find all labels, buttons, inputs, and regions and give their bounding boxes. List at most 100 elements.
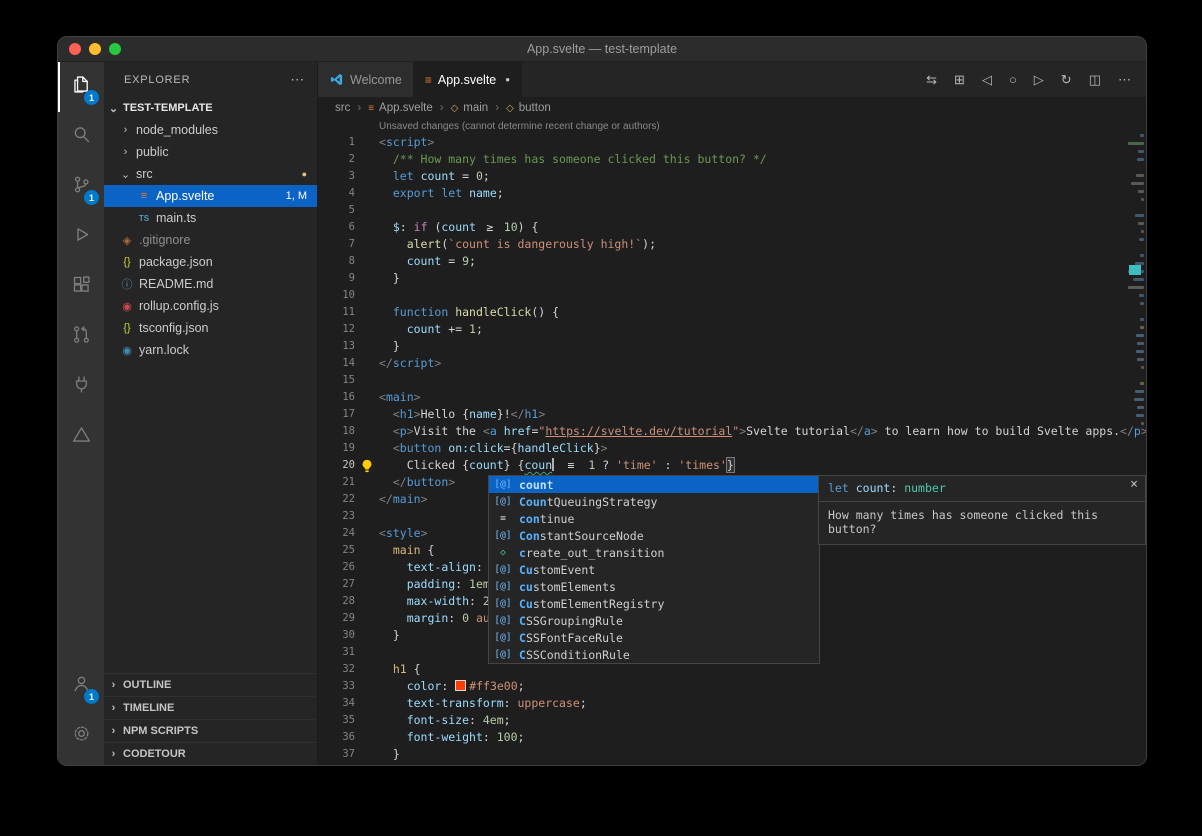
code-token: alert xyxy=(407,237,442,251)
activity-item-search[interactable] xyxy=(58,112,104,162)
code-line-33[interactable]: 33 color: #ff3e00; xyxy=(318,678,1146,695)
tree-folder-src[interactable]: ⌄src● xyxy=(104,163,317,185)
code-line-8[interactable]: 8 count = 9; xyxy=(318,253,1146,270)
tree-file-.gitignore[interactable]: ◈.gitignore xyxy=(104,229,317,251)
more-actions-icon[interactable]: ⋯ xyxy=(290,71,305,88)
tree-file-yarn.lock[interactable]: ◉yarn.lock xyxy=(104,339,317,361)
breadcrumb-item-button[interactable]: ◇button xyxy=(506,102,551,114)
tree-file-App.svelte[interactable]: ≡App.svelte1, M xyxy=(104,185,317,207)
tree-file-rollup.config.js[interactable]: ◉rollup.config.js xyxy=(104,295,317,317)
section-npm-scripts[interactable]: ›NPM SCRIPTS xyxy=(104,719,317,742)
close-icon[interactable]: × xyxy=(1130,478,1138,491)
section-outline[interactable]: ›OUTLINE xyxy=(104,673,317,696)
code-line-3[interactable]: 3 let count = 0; xyxy=(318,168,1146,185)
split-editor-icon[interactable]: ◫ xyxy=(1089,72,1101,88)
code-token xyxy=(379,458,407,472)
more-actions-icon[interactable]: ⋯ xyxy=(1118,72,1131,88)
code-line-17[interactable]: 17 <h1>Hello {name}!</h1> xyxy=(318,406,1146,423)
code-token xyxy=(379,254,407,268)
code-line-16[interactable]: 16<main> xyxy=(318,389,1146,406)
tree-file-package.json[interactable]: {}package.json xyxy=(104,251,317,273)
file-tree: ›node_modules›public⌄src●≡App.svelte1, M… xyxy=(104,119,317,361)
code-line-12[interactable]: 12 count += 1; xyxy=(318,321,1146,338)
suggestion-ConstantSourceNode[interactable]: [@]ConstantSourceNode xyxy=(489,527,819,544)
symbol-class-icon: [@] xyxy=(492,530,514,541)
close-button[interactable] xyxy=(69,43,81,55)
suggestion-CustomElementRegistry[interactable]: [@]CustomElementRegistry xyxy=(489,595,819,612)
breadcrumb-item-main[interactable]: ◇main xyxy=(451,102,489,114)
codelens-annotation[interactable]: Unsaved changes (cannot determine recent… xyxy=(318,119,1146,134)
minimize-button[interactable] xyxy=(89,43,101,55)
code-line-36[interactable]: 36 font-weight: 100; xyxy=(318,729,1146,746)
suggestion-CSSGroupingRule[interactable]: [@]CSSGroupingRule xyxy=(489,612,819,629)
code-line-19[interactable]: 19 <button on:click={handleClick}> xyxy=(318,440,1146,457)
code-line-7[interactable]: 7 alert(`count is dangerously high!`); xyxy=(318,236,1146,253)
activity-item-extensions[interactable] xyxy=(58,262,104,312)
code-line-4[interactable]: 4 export let name; xyxy=(318,185,1146,202)
tab-welcome[interactable]: Welcome xyxy=(318,62,414,97)
suggestion-continue[interactable]: ≡continue xyxy=(489,510,819,527)
line-number: 2 xyxy=(318,151,379,168)
activity-item-source-control[interactable]: 1 xyxy=(58,162,104,212)
code-line-15[interactable]: 15 xyxy=(318,372,1146,389)
activity-item-remote-explorer[interactable] xyxy=(58,362,104,412)
code-line-11[interactable]: 11 function handleClick() { xyxy=(318,304,1146,321)
tree-root[interactable]: ⌄ TEST-TEMPLATE xyxy=(104,97,317,119)
zoom-button[interactable] xyxy=(109,43,121,55)
tab-label: App.svelte xyxy=(438,73,496,87)
activity-item-run-debug[interactable] xyxy=(58,212,104,262)
activity-item-github-pull-requests[interactable] xyxy=(58,312,104,362)
tab-app-svelte[interactable]: ≡App.svelte● xyxy=(414,62,522,97)
tree-folder-public[interactable]: ›public xyxy=(104,141,317,163)
suggestion-customElements[interactable]: [@]customElements xyxy=(489,578,819,595)
suggestion-create_out_transition[interactable]: ◇create_out_transition xyxy=(489,544,819,561)
suggestion-count[interactable]: [@]count xyxy=(489,476,819,493)
section-codetour[interactable]: ›CODETOUR xyxy=(104,742,317,765)
code-token: ; xyxy=(497,186,504,200)
tree-folder-node_modules[interactable]: ›node_modules xyxy=(104,119,317,141)
code-token: handleClick xyxy=(518,441,594,455)
navigate-forward-icon[interactable]: ▷ xyxy=(1034,72,1044,88)
code-line-35[interactable]: 35 font-size: 4em; xyxy=(318,712,1146,729)
section-timeline[interactable]: ›TIMELINE xyxy=(104,696,317,719)
minimap[interactable] xyxy=(1126,134,1146,430)
code-line-1[interactable]: 1<script> xyxy=(318,134,1146,151)
suggestion-CSSConditionRule[interactable]: [@]CSSConditionRule xyxy=(489,646,819,663)
activity-item-triangle-extension[interactable] xyxy=(58,412,104,462)
breadcrumb-item-app-svelte[interactable]: ≡App.svelte xyxy=(368,102,433,114)
code-line-2[interactable]: 2 /** How many times has someone clicked… xyxy=(318,151,1146,168)
code-line-13[interactable]: 13 } xyxy=(318,338,1146,355)
git-compare-icon[interactable]: ⇆ xyxy=(926,72,937,88)
code-line-34[interactable]: 34 text-transform: uppercase; xyxy=(318,695,1146,712)
code-token: `count is dangerously high!` xyxy=(448,237,642,251)
timeline-icon[interactable]: ↻ xyxy=(1061,72,1072,88)
code-line-5[interactable]: 5 xyxy=(318,202,1146,219)
code-line-10[interactable]: 10 xyxy=(318,287,1146,304)
tree-file-README.md[interactable]: ⓘREADME.md xyxy=(104,273,317,295)
code-line-18[interactable]: 18 <p>Visit the <a href="https://svelte.… xyxy=(318,423,1146,440)
code-line-9[interactable]: 9 } xyxy=(318,270,1146,287)
run-status-icon[interactable]: ○ xyxy=(1009,72,1017,87)
code-token: export xyxy=(393,186,435,200)
open-changes-icon[interactable]: ⊞ xyxy=(954,72,965,88)
code-line-20[interactable]: 20 Clicked {count} {coun ≡ 1 ? 'time' : … xyxy=(318,457,1146,474)
suggestion-CustomEvent[interactable]: [@]CustomEvent xyxy=(489,561,819,578)
code-token: if xyxy=(414,220,428,234)
activity-item-settings[interactable] xyxy=(58,711,104,761)
line-content: Clicked {count} {coun ≡ 1 ? 'time' : 'ti… xyxy=(379,457,1146,474)
tree-file-tsconfig.json[interactable]: {}tsconfig.json xyxy=(104,317,317,339)
tree-file-main.ts[interactable]: TSmain.ts xyxy=(104,207,317,229)
suggestion-CountQueuingStrategy[interactable]: [@]CountQueuingStrategy xyxy=(489,493,819,510)
code-line-37[interactable]: 37 } xyxy=(318,746,1146,763)
breadcrumb-item-src[interactable]: src xyxy=(335,102,350,114)
code-token: < xyxy=(393,407,400,421)
activity-item-explorer[interactable]: 1 xyxy=(58,62,104,112)
code-line-14[interactable]: 14</script> xyxy=(318,355,1146,372)
activity-item-accounts[interactable]: 1 xyxy=(58,661,104,711)
line-content xyxy=(379,372,1146,389)
navigate-back-icon[interactable]: ◁ xyxy=(982,72,992,88)
code-token: } xyxy=(594,441,601,455)
lightbulb-icon[interactable] xyxy=(360,458,374,472)
code-line-6[interactable]: 6 $: if (count ≥ 10) { xyxy=(318,219,1146,236)
suggestion-CSSFontFaceRule[interactable]: [@]CSSFontFaceRule xyxy=(489,629,819,646)
